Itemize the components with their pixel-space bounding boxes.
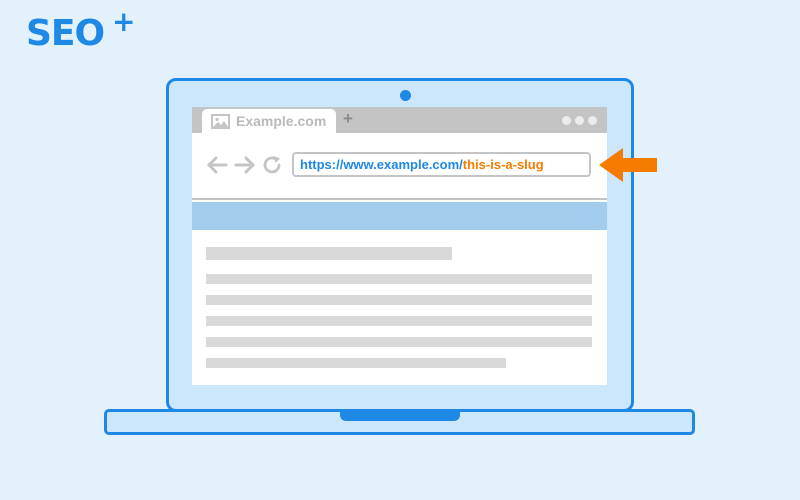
url-base: https://www.example.com/ xyxy=(300,157,463,172)
window-control-dot[interactable] xyxy=(562,116,571,125)
browser-window: Example.com + https://www.example.com/th… xyxy=(192,107,607,385)
address-bar[interactable]: https://www.example.com/this-is-a-slug xyxy=(292,152,591,177)
placeholder-line xyxy=(206,358,506,368)
tab-title: Example.com xyxy=(236,113,327,129)
placeholder-heading xyxy=(206,247,452,260)
arrow-right-icon[interactable] xyxy=(234,155,256,175)
image-icon xyxy=(211,114,230,129)
arrow-left-icon xyxy=(599,148,657,182)
url-slug: this-is-a-slug xyxy=(462,157,544,172)
placeholder-line xyxy=(206,316,592,326)
arrow-left-icon[interactable] xyxy=(206,155,228,175)
placeholder-line xyxy=(206,337,592,347)
browser-toolbar: https://www.example.com/this-is-a-slug xyxy=(192,133,607,200)
window-control-dot[interactable] xyxy=(588,116,597,125)
camera-icon xyxy=(400,90,411,101)
logo-plus: + xyxy=(112,5,135,38)
reload-icon[interactable] xyxy=(262,155,284,175)
page-banner xyxy=(192,202,607,230)
placeholder-line xyxy=(206,295,592,305)
new-tab-button[interactable]: + xyxy=(343,109,353,129)
logo-text: SEO xyxy=(26,13,105,54)
window-control-dot[interactable] xyxy=(575,116,584,125)
seo-logo: SEO + xyxy=(26,8,135,54)
tab-bar: Example.com + xyxy=(192,107,607,133)
laptop-notch xyxy=(340,409,460,421)
browser-tab[interactable]: Example.com xyxy=(202,109,336,133)
placeholder-line xyxy=(206,274,592,284)
